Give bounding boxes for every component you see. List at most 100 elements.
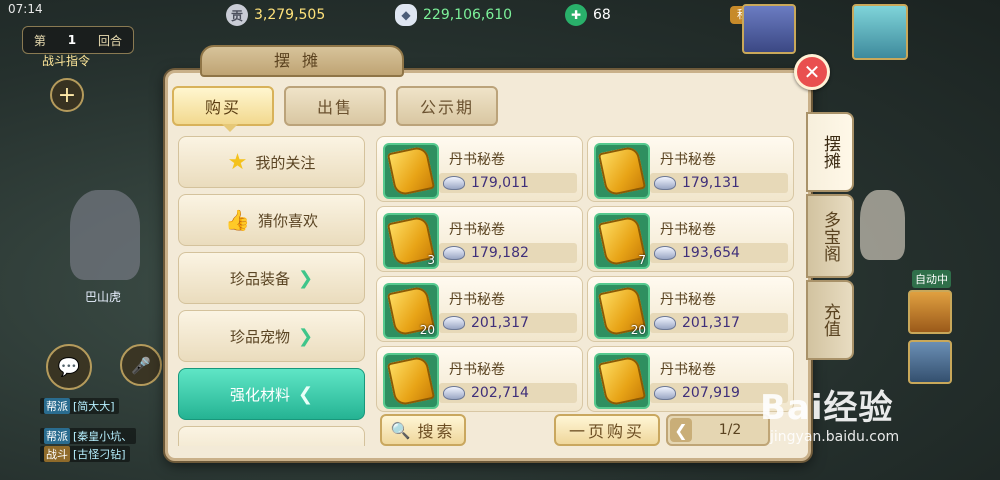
category-next[interactable]	[178, 426, 365, 446]
round-suffix: 回合	[98, 33, 123, 48]
chat-line: 帮派 [秦皇小坑、	[40, 428, 137, 444]
round-counter: 第 1 回合	[22, 26, 134, 54]
npc-character	[70, 190, 140, 280]
auto-skill-icon[interactable]	[908, 290, 952, 334]
panel-tabs: 购买 出售 公示期	[172, 86, 498, 126]
thumbs-up-icon: 👍	[225, 208, 250, 232]
item-card[interactable]: 丹书秘卷 179,131	[587, 136, 794, 202]
scroll-icon	[597, 145, 647, 197]
item-price: 201,317	[439, 313, 577, 333]
category-label: 珍品装备	[229, 269, 290, 288]
side-tab-label: 摆摊	[820, 135, 840, 169]
search-icon: 🔍	[390, 420, 414, 440]
item-price: 193,654	[650, 243, 788, 263]
item-price: 179,182	[439, 243, 577, 263]
currency-jade[interactable]: ✚ 68	[565, 4, 611, 26]
category-label: 我的关注	[255, 153, 316, 172]
item-quantity: 3	[427, 253, 435, 267]
baidu-watermark: Bai经验 jingyan.baidu.com	[760, 380, 899, 445]
category-rare-pets[interactable]: 珍品宠物 ❯	[178, 310, 365, 362]
side-tab-recharge[interactable]: 充值	[806, 280, 854, 360]
chat-line: 战斗 [古怪刁钻]	[40, 446, 130, 462]
chevron-left-icon: ❮	[297, 383, 314, 405]
price-value: 207,919	[682, 385, 740, 401]
player-portrait[interactable]	[852, 4, 908, 60]
item-quantity: 7	[638, 253, 646, 267]
category-list[interactable]: ★ 我的关注 👍 猜你喜欢 珍品装备 ❯ 珍品宠物 ❯ 强化材料 ❮	[175, 134, 367, 446]
status-time: 07:14	[8, 2, 43, 16]
category-rare-equipment[interactable]: 珍品装备 ❯	[178, 252, 365, 304]
prev-page-button[interactable]: ❮	[670, 418, 692, 442]
item-name: 丹书秘卷	[660, 292, 716, 308]
side-tab-label: 多宝阁	[820, 210, 840, 262]
silver-ingot-icon	[654, 176, 676, 190]
currency-silver: 贡 3,279,505	[226, 4, 325, 26]
chevron-left-icon: ❮	[674, 420, 688, 440]
silver-ingot-icon	[654, 316, 676, 330]
pet-portrait[interactable]	[742, 4, 796, 54]
currency-value: 3,279,505	[254, 7, 326, 23]
defend-icon[interactable]	[908, 340, 952, 384]
price-value: 202,714	[471, 385, 529, 401]
side-tab-label: 充值	[820, 303, 840, 337]
item-icon	[594, 143, 650, 199]
chat-tag: 战斗	[44, 446, 70, 462]
chat-tag: 帮派	[44, 398, 70, 414]
jade-icon: ✚	[565, 4, 587, 26]
item-card[interactable]: 丹书秘卷 202,714	[376, 346, 583, 412]
item-price: 201,317	[650, 313, 788, 333]
panel-title: 摆摊	[200, 45, 404, 77]
item-card[interactable]: 3 丹书秘卷 179,182	[376, 206, 583, 272]
watermark-url: jingyan.baidu.com	[770, 429, 900, 445]
item-icon	[383, 143, 439, 199]
chat-bubble-button[interactable]: 💬	[46, 344, 92, 390]
item-name: 丹书秘卷	[449, 362, 505, 378]
voice-button[interactable]: 🎤	[120, 344, 162, 386]
item-name: 丹书秘卷	[660, 152, 716, 168]
price-value: 179,182	[471, 245, 529, 261]
price-value: 201,317	[471, 315, 529, 331]
item-price: 202,714	[439, 383, 577, 403]
battle-command[interactable]: 战斗指令	[42, 52, 90, 69]
watermark-brand: Bai经验	[760, 388, 894, 428]
buy-page-button[interactable]: 一页购买	[554, 414, 660, 446]
top-bar: 07:14 贡 3,279,505 ◆ 229,106,610 ✚ 68 积分	[0, 0, 1000, 30]
category-enhance-materials[interactable]: 强化材料 ❮	[178, 368, 365, 420]
silver-ingot-icon	[443, 386, 465, 400]
silver-ingot-icon	[443, 316, 465, 330]
item-name: 丹书秘卷	[449, 292, 505, 308]
close-button[interactable]: ✕	[794, 54, 830, 90]
item-card[interactable]: 20 丹书秘卷 201,317	[587, 276, 794, 342]
page-indicator: 1/2	[718, 422, 742, 438]
tab-buy[interactable]: 购买	[172, 86, 274, 126]
chevron-right-icon: ❯	[297, 267, 314, 289]
item-icon: 3	[383, 213, 439, 269]
silver-ingot-icon: ◆	[395, 4, 417, 26]
tab-publicity[interactable]: 公示期	[396, 86, 498, 126]
search-label: 搜索	[417, 422, 456, 441]
scroll-icon	[386, 355, 436, 407]
category-recommended[interactable]: 👍 猜你喜欢	[178, 194, 365, 246]
tab-sell[interactable]: 出售	[284, 86, 386, 126]
side-tab-stall[interactable]: 摆摊	[806, 112, 854, 192]
silver-ingot-icon	[443, 176, 465, 190]
item-card[interactable]: 丹书秘卷 179,011	[376, 136, 583, 202]
item-name: 丹书秘卷	[660, 222, 716, 238]
item-card[interactable]: 20 丹书秘卷 201,317	[376, 276, 583, 342]
currency-value: 68	[593, 7, 611, 23]
chat-text: [秦皇小坑、	[73, 430, 133, 443]
chat-tag: 帮派	[44, 428, 70, 444]
category-favorites[interactable]: ★ 我的关注	[178, 136, 365, 188]
auto-battle-label[interactable]: 自动中	[912, 270, 951, 288]
chevron-right-icon: ❯	[297, 325, 314, 347]
item-icon: 20	[383, 283, 439, 339]
side-tab-treasure[interactable]: 多宝阁	[806, 194, 854, 278]
pager: ❮ 1/2	[666, 414, 770, 446]
price-value: 193,654	[682, 245, 740, 261]
npc-name-label: 巴山虎	[85, 290, 122, 304]
search-button[interactable]: 🔍 搜索	[380, 414, 466, 446]
chat-text: [简大大]	[73, 400, 115, 413]
round-number: 1	[67, 33, 77, 47]
add-button[interactable]: +	[50, 78, 84, 112]
item-card[interactable]: 7 丹书秘卷 193,654	[587, 206, 794, 272]
